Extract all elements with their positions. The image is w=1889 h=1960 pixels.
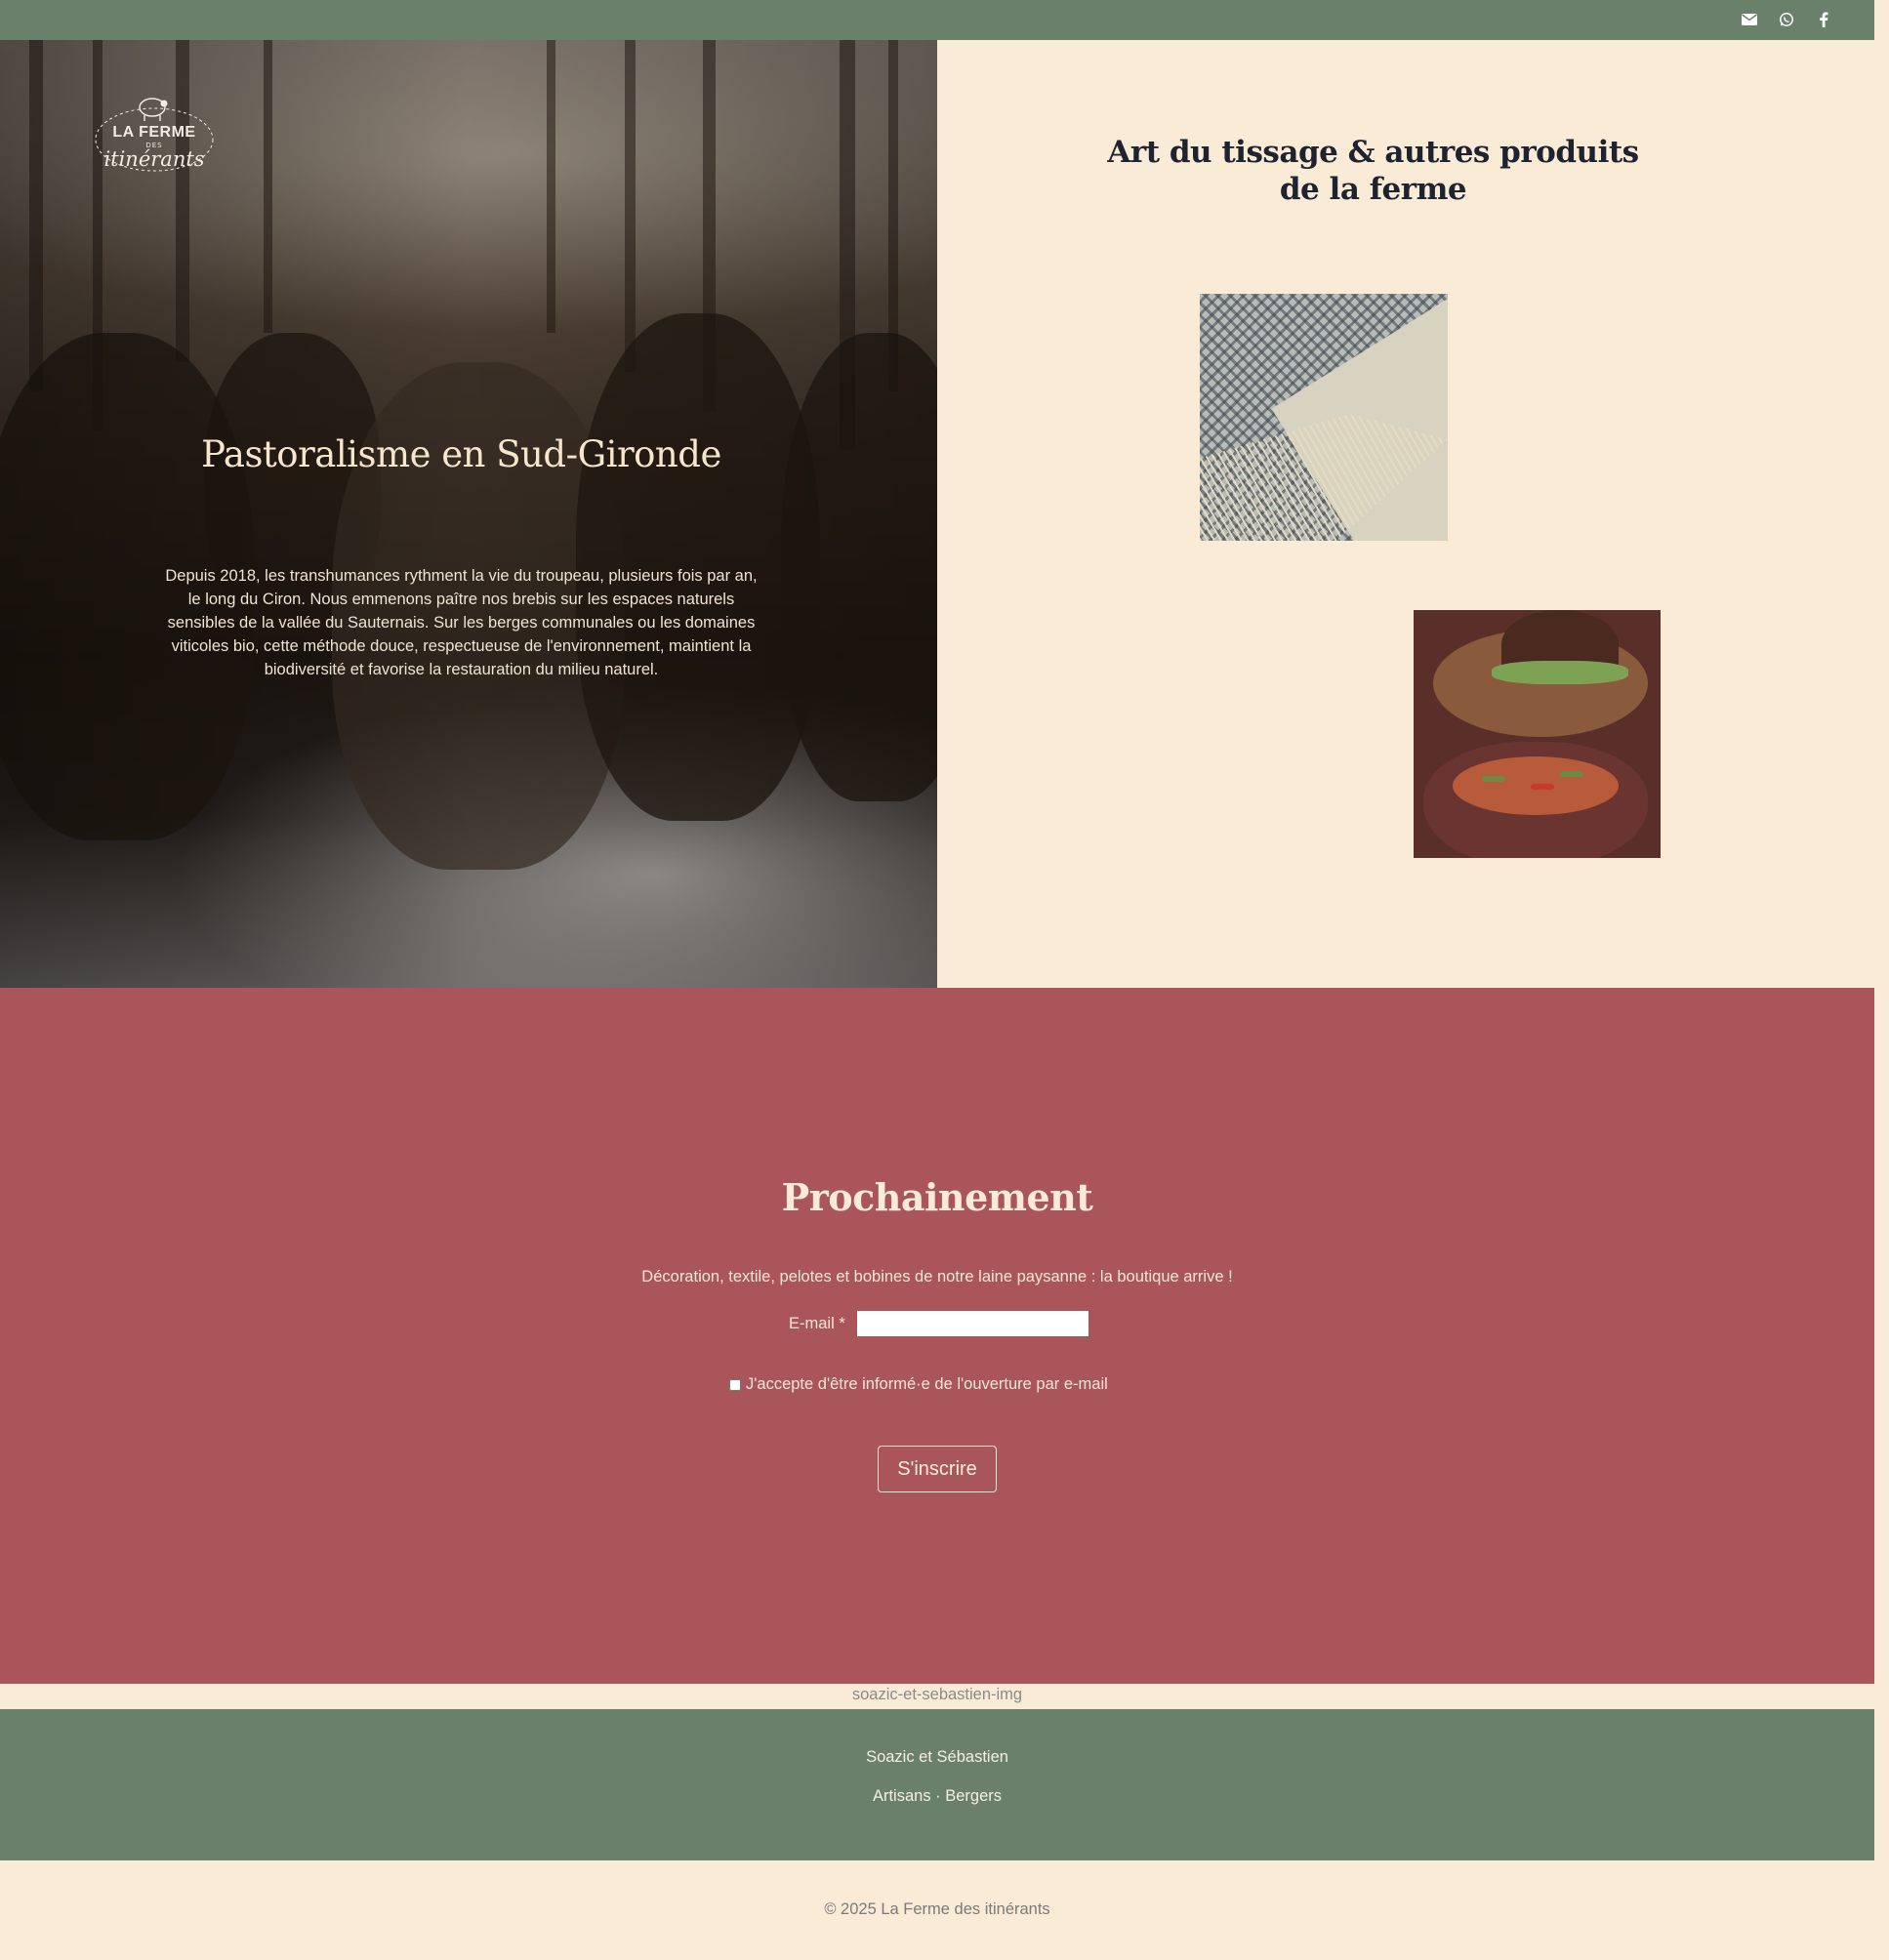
- subscribe-description: Décoration, textile, pelotes et bobines …: [641, 1268, 1233, 1286]
- footer-role: Artisans · Bergers: [872, 1787, 1003, 1805]
- footer-name: Soazic et Sébastien: [866, 1748, 1008, 1766]
- farm-logo[interactable]: LA FERME DES itinérants: [92, 91, 217, 179]
- facebook-icon[interactable]: [1812, 8, 1835, 31]
- email-field[interactable]: [856, 1311, 1088, 1336]
- envelope-icon[interactable]: [1738, 8, 1761, 31]
- social-icons: [1738, 8, 1835, 31]
- hero-overlay: [0, 40, 937, 988]
- consent-label: J'accepte d'être informé·e de l'ouvertur…: [746, 1375, 1108, 1393]
- subscribe-button[interactable]: S'inscrire: [878, 1446, 997, 1492]
- pepper-shape: [1531, 784, 1554, 790]
- email-row: E-mail *: [789, 1311, 1088, 1336]
- top-bar: [0, 0, 1874, 40]
- herb-shape: [1482, 776, 1505, 782]
- consent-checkbox[interactable]: [729, 1378, 741, 1391]
- footer: Soazic et Sébastien Artisans · Bergers: [0, 1709, 1874, 1860]
- copyright: © 2025 La Ferme des itinérants: [824, 1900, 1050, 1918]
- logo-line-3: itinérants: [103, 147, 205, 171]
- consent-row: J'accepte d'être informé·e de l'ouvertur…: [729, 1375, 1108, 1394]
- whatsapp-icon[interactable]: [1775, 8, 1798, 31]
- hero-title: Pastoralisme en Sud-Gironde: [201, 433, 721, 475]
- products-section: Art du tissage & autres produits de la f…: [937, 40, 1874, 988]
- farm-food-image: [1414, 610, 1661, 858]
- subscribe-title: Prochainement: [781, 1175, 1093, 1219]
- woven-textile-image: [1200, 294, 1448, 541]
- email-label: E-mail *: [789, 1314, 845, 1332]
- logo-line-1: LA FERME: [112, 124, 196, 141]
- hero-description: Depuis 2018, les transhumances rythment …: [165, 567, 758, 678]
- subscribe-section: Prochainement Décoration, textile, pelot…: [0, 988, 1874, 1684]
- page-edge: [1874, 0, 1889, 1960]
- lettuce-shape: [1492, 661, 1628, 684]
- couple-image-alt: soazic-et-sebastien-img: [851, 1686, 1023, 1703]
- products-title: Art du tissage & autres produits de la f…: [1107, 135, 1639, 207]
- hero-section: LA FERME DES itinérants Pastoralisme en …: [0, 40, 937, 988]
- herb-shape: [1560, 771, 1583, 777]
